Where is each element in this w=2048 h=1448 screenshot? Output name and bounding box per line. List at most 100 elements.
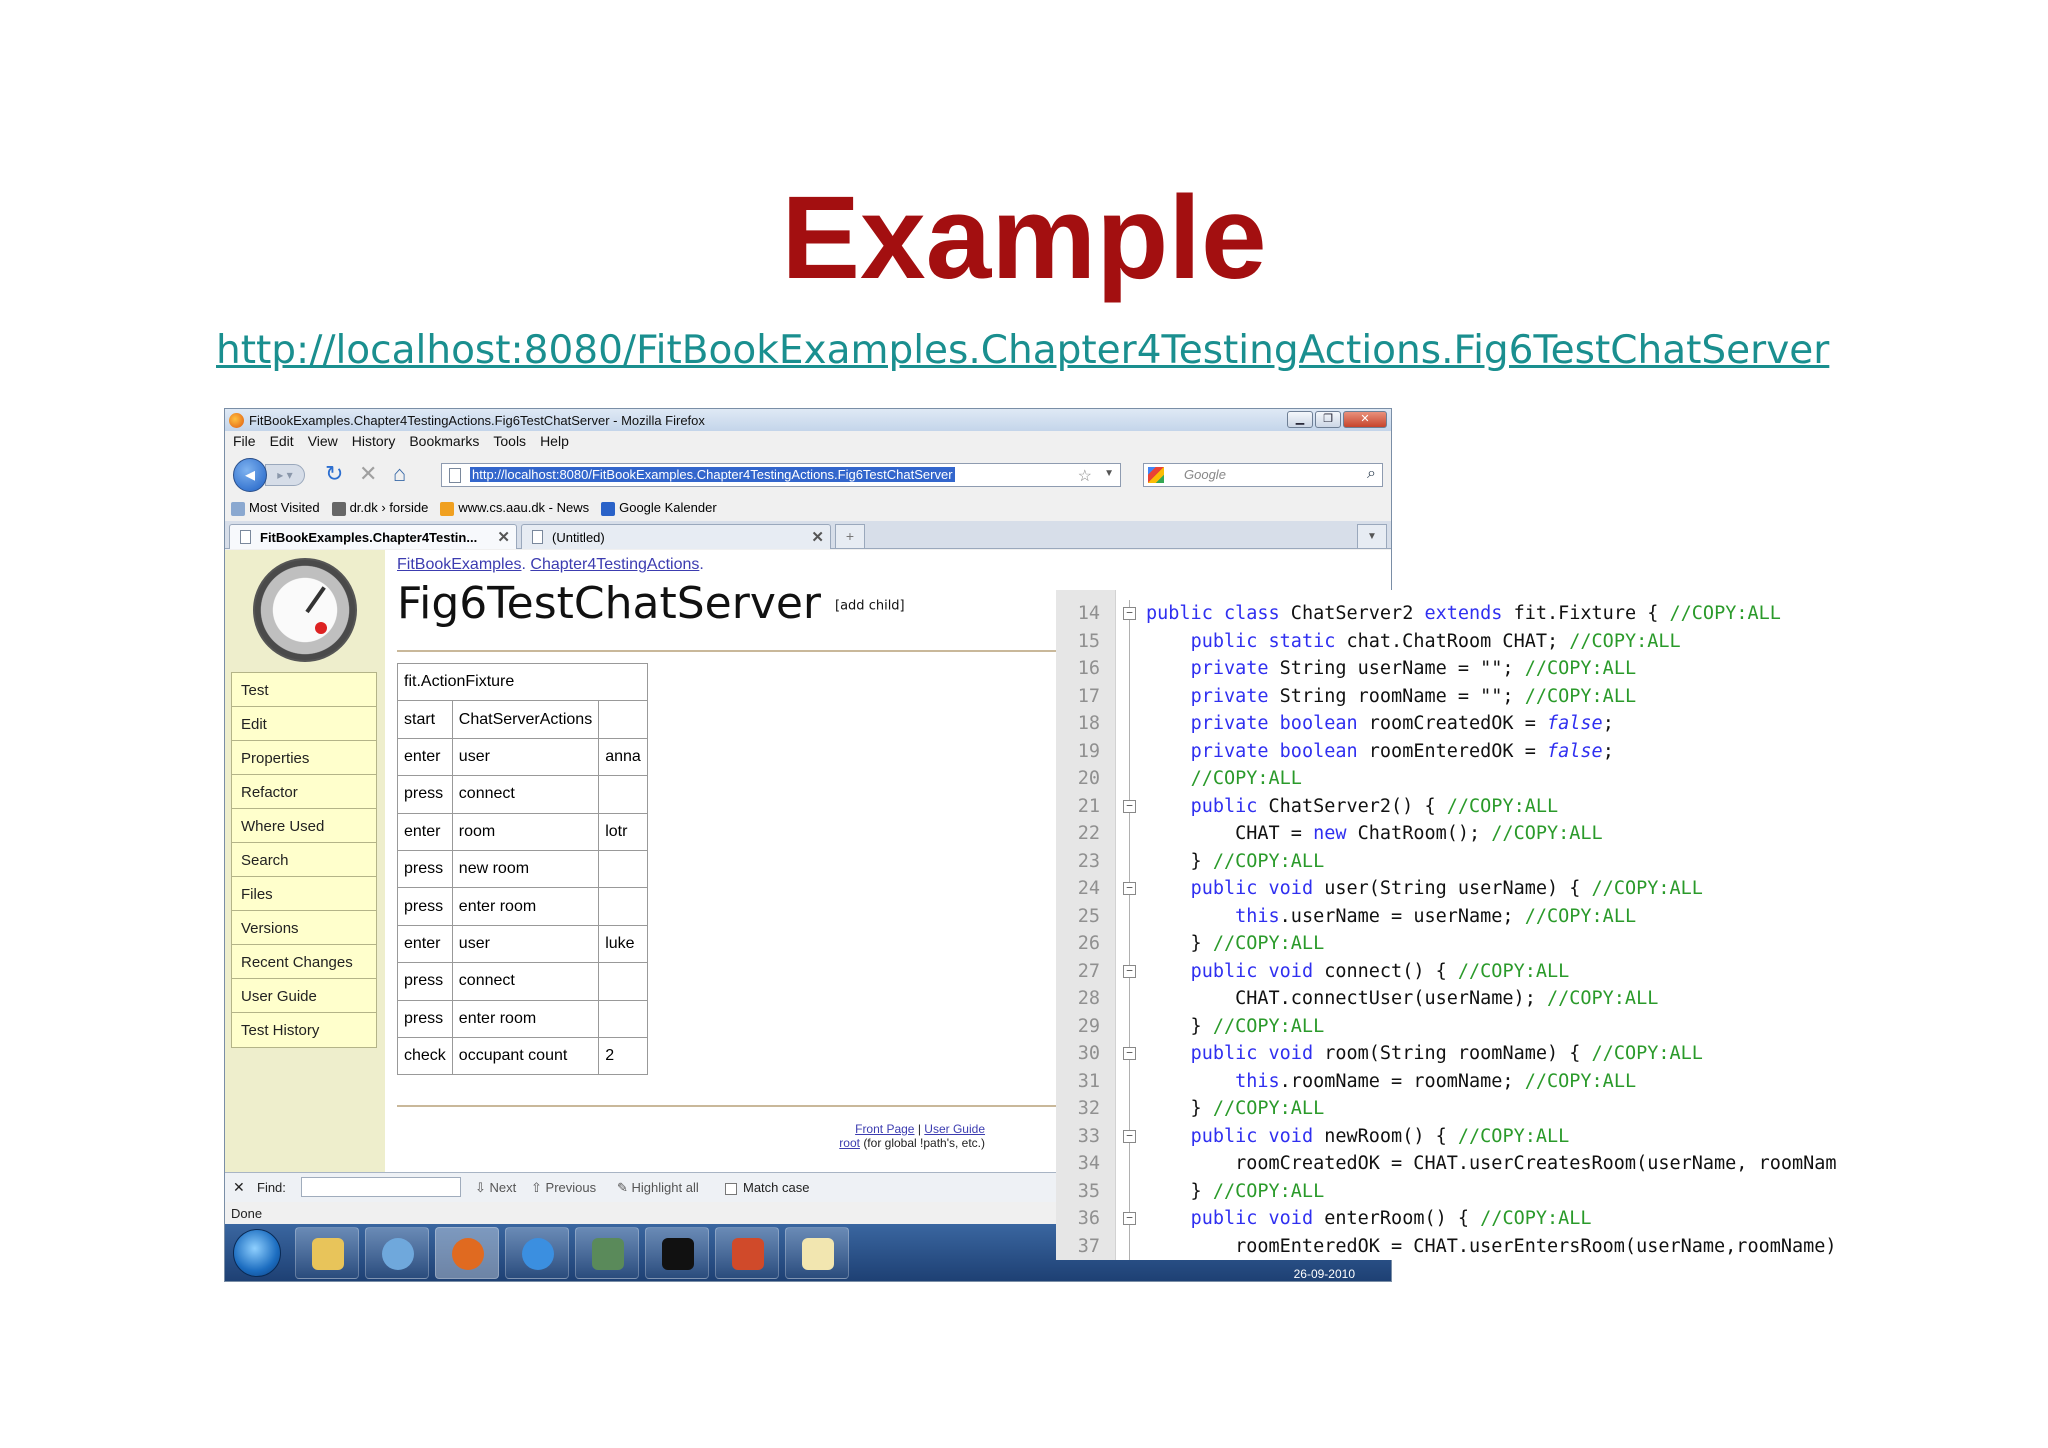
window-controls: ▁ ❐ ✕ — [1287, 411, 1387, 428]
arrow-down-icon: ⇩ — [475, 1180, 486, 1195]
root-link[interactable]: root — [839, 1136, 860, 1150]
sidebar-versions-button[interactable]: Versions — [231, 910, 377, 946]
search-icon[interactable]: ⌕ — [1367, 465, 1376, 483]
sidebar-where-used-button[interactable]: Where Used — [231, 808, 377, 844]
code-text: } //COPY:ALL — [1146, 933, 1325, 954]
window-titlebar: FitBookExamples.Chapter4TestingActions.F… — [225, 409, 1391, 431]
find-previous-button[interactable]: ⇧ Previous — [531, 1180, 596, 1196]
taskbar-computer[interactable] — [575, 1227, 639, 1279]
user-guide-link[interactable]: User Guide — [924, 1122, 985, 1136]
tab-untitled[interactable]: (Untitled) ✕ — [521, 524, 831, 549]
code-text: this.roomName = roomName; //COPY:ALL — [1235, 1070, 1637, 1092]
line-number: 25 — [1077, 905, 1100, 927]
maximize-button[interactable]: ❐ — [1315, 411, 1341, 428]
menu-help[interactable]: Help — [540, 433, 569, 453]
bookmark-star-icon[interactable]: ☆ — [1078, 466, 1092, 486]
sidebar-user-guide-button[interactable]: User Guide — [231, 978, 377, 1014]
home-icon[interactable]: ⌂ — [393, 463, 406, 485]
minimize-button[interactable]: ▁ — [1287, 411, 1313, 428]
bookmark-cs-aau[interactable]: www.cs.aau.dk - News — [440, 500, 589, 516]
arrow-up-icon: ⇧ — [531, 1180, 542, 1195]
table-cell: press — [397, 962, 453, 1001]
sidebar-files-button[interactable]: Files — [231, 876, 377, 912]
back-button[interactable]: ◂ — [233, 458, 267, 492]
sidebar-recent-changes-button[interactable]: Recent Changes — [231, 944, 377, 980]
menu-history[interactable]: History — [352, 433, 396, 453]
tab-close-icon[interactable]: ✕ — [811, 528, 824, 546]
code-text: //COPY:ALL — [1190, 768, 1302, 789]
code-text: } //COPY:ALL — [1146, 1180, 1325, 1202]
taskbar-ie[interactable] — [505, 1227, 569, 1279]
breadcrumb-fitbookexamples[interactable]: FitBookExamples — [397, 556, 522, 573]
tab-fitbook[interactable]: FitBookExamples.Chapter4Testin... ✕ — [229, 524, 517, 549]
divider — [397, 1105, 1061, 1107]
code-line: 18 private boolean roomCreatedOK = false… — [1056, 710, 1916, 738]
menu-edit[interactable]: Edit — [270, 433, 294, 453]
table-cell: check — [397, 1036, 453, 1076]
bookmark-drdk[interactable]: dr.dk › forside — [331, 500, 428, 516]
terminal-icon — [662, 1238, 694, 1270]
taskbar-explorer[interactable] — [295, 1227, 359, 1279]
table-row: check occupant count 2 — [397, 1036, 648, 1076]
url-dropdown-icon[interactable]: ▼ — [1104, 468, 1114, 479]
sidebar-test-button[interactable]: Test — [231, 672, 377, 708]
new-tab-button[interactable]: + — [835, 524, 865, 549]
code-text: public void newRoom() { //COPY:ALL — [1190, 1125, 1570, 1147]
table-cell: room — [451, 812, 600, 851]
tab-list-icon[interactable]: ▼ — [1357, 524, 1387, 549]
line-number: 26 — [1077, 933, 1100, 954]
code-line: 37 roomEnteredOK = CHAT.userEntersRoom(u… — [1056, 1233, 1916, 1261]
code-line: 21 public ChatServer2() { //COPY:ALL — [1056, 793, 1916, 821]
stop-icon[interactable]: ✕ — [359, 463, 377, 485]
match-case-checkbox[interactable]: Match case — [725, 1180, 809, 1195]
taskbar-powerpoint[interactable] — [715, 1227, 779, 1279]
add-child-link[interactable]: [add child] — [835, 599, 905, 614]
start-button[interactable] — [233, 1229, 281, 1277]
slide-url-link[interactable]: http://localhost:8080/FitBookExamples.Ch… — [216, 328, 1829, 373]
menu-file[interactable]: File — [233, 433, 256, 453]
tab-close-icon[interactable]: ✕ — [497, 528, 510, 546]
find-highlight-button[interactable]: ✎ Highlight all — [617, 1180, 699, 1196]
table-cell: press — [397, 849, 453, 889]
table-cell: enter — [397, 924, 453, 964]
code-text: public static chat.ChatRoom CHAT; //COPY… — [1190, 630, 1681, 652]
search-bar[interactable]: Google ⌕ — [1143, 463, 1383, 487]
line-number: 19 — [1077, 740, 1100, 762]
action-fixture-table: fit.ActionFixture start ChatServerActions… — [397, 662, 648, 1076]
close-button[interactable]: ✕ — [1343, 411, 1387, 428]
front-page-link[interactable]: Front Page — [855, 1122, 914, 1136]
breadcrumb-chapter4[interactable]: Chapter4TestingActions — [530, 556, 699, 573]
table-cell: luke — [598, 924, 648, 964]
fitnesse-logo-icon[interactable] — [253, 558, 357, 662]
sidebar-test-history-button[interactable]: Test History — [231, 1012, 377, 1048]
firefox-icon — [452, 1238, 484, 1270]
bookmark-google-kalender[interactable]: Google Kalender — [601, 500, 717, 516]
table-cell: new room — [451, 849, 600, 889]
table-cell — [598, 700, 648, 739]
bookmark-most-visited[interactable]: Most Visited — [231, 500, 320, 516]
taskbar-firefox[interactable] — [435, 1227, 499, 1279]
find-close-icon[interactable]: ✕ — [233, 1179, 245, 1196]
line-number: 14 — [1077, 603, 1100, 624]
sidebar-search-button[interactable]: Search — [231, 842, 377, 878]
code-text: private String roomName = ""; //COPY:ALL — [1190, 685, 1637, 707]
menu-view[interactable]: View — [308, 433, 338, 453]
forward-button[interactable]: ▸ ▾ — [265, 464, 305, 486]
taskbar-cmd[interactable] — [645, 1227, 709, 1279]
tab-page-icon — [532, 530, 543, 544]
sidebar-refactor-button[interactable]: Refactor — [231, 774, 377, 810]
reload-icon[interactable]: ↻ — [325, 463, 343, 485]
computer-icon — [592, 1238, 624, 1270]
line-number: 21 — [1077, 795, 1100, 817]
sidebar-properties-button[interactable]: Properties — [231, 740, 377, 776]
url-bar[interactable]: http://localhost:8080/FitBookExamples.Ch… — [441, 463, 1121, 487]
menu-bookmarks[interactable]: Bookmarks — [409, 433, 479, 453]
code-text: this.userName = userName; //COPY:ALL — [1235, 905, 1637, 927]
find-next-button[interactable]: ⇩ Next — [475, 1180, 516, 1196]
line-number: 32 — [1077, 1098, 1100, 1119]
sidebar-edit-button[interactable]: Edit — [231, 706, 377, 742]
find-input[interactable] — [301, 1177, 461, 1197]
menu-tools[interactable]: Tools — [493, 433, 526, 453]
taskbar-notepad[interactable] — [785, 1227, 849, 1279]
taskbar-messenger[interactable] — [365, 1227, 429, 1279]
